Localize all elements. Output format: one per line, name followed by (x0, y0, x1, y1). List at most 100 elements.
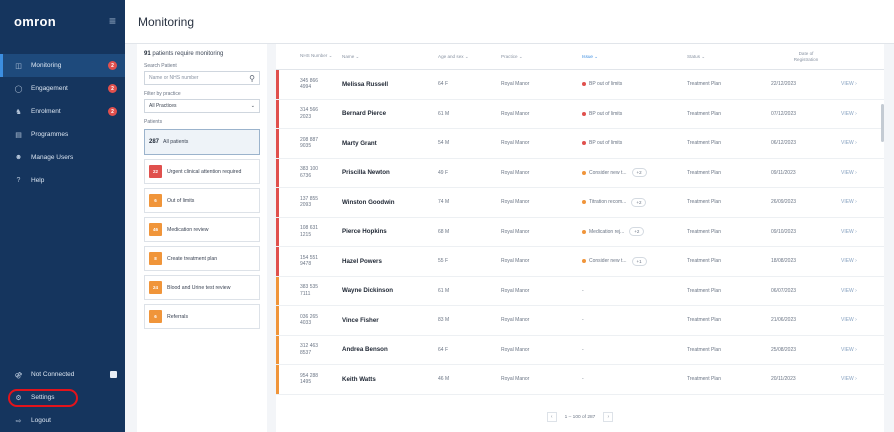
menu-icon[interactable]: ≡ (109, 14, 116, 28)
col-header-name[interactable]: Name ⌄ (342, 54, 438, 60)
category-label: Create treatment plan (167, 255, 218, 262)
view-link[interactable]: VIEW › (841, 199, 881, 205)
search-input[interactable]: Name or NHS number ⚲ (144, 71, 260, 85)
sidebar-item-engagement[interactable]: ◯ Engagement 2 (0, 77, 125, 100)
table-row[interactable]: 954 288 1495 Keith Watts 46 M Royal Manor - Tr… (276, 365, 884, 395)
practice: Royal Manor (501, 258, 530, 265)
sidebar-item-label: Settings (31, 394, 55, 401)
table-row[interactable]: 383 535 7111 Wayne Dickinson 61 M Royal Mano… (276, 276, 884, 306)
category-count-chip: 46 (149, 223, 162, 236)
issue-dot-icon (582, 141, 586, 146)
patient-category-card[interactable]: 287 All patients (144, 129, 260, 155)
status: Treatment Plan (687, 376, 721, 383)
col-header-issue[interactable]: Issue ⌄ (582, 54, 687, 60)
priority-bar (276, 217, 279, 246)
view-link[interactable]: VIEW › (841, 347, 881, 353)
patient-category-card[interactable]: 6 Out of limits (144, 188, 260, 213)
view-link[interactable]: VIEW › (841, 140, 881, 146)
sidebar-item-label: Help (31, 177, 45, 184)
age-sex: 54 M (438, 140, 450, 147)
registration-date: 09/10/2023 (771, 228, 797, 235)
omron-logo: omron (14, 13, 56, 29)
nhs-number: 208 887 9035 (300, 136, 319, 150)
col-header-age[interactable]: Age and sex ⌄ (438, 54, 501, 60)
view-link[interactable]: VIEW › (841, 81, 881, 87)
sidebar-item-settings[interactable]: ⚙ Settings (0, 386, 125, 409)
col-header-status[interactable]: Status ⌄ (687, 54, 771, 60)
practice: Royal Manor (501, 228, 530, 235)
patient-category-card[interactable]: 8 Create treatment plan (144, 246, 260, 271)
issue: BP out of limits (582, 140, 687, 146)
issue-dot-icon (582, 259, 586, 264)
more-issues-badge[interactable]: +2 (631, 168, 647, 178)
table-row[interactable]: 154 551 9478 Hazel Powers 55 F Royal Manor Co… (276, 247, 884, 277)
view-link[interactable]: VIEW › (841, 111, 881, 117)
nhs-number: 954 288 1495 (300, 372, 319, 386)
table-row[interactable]: 383 100 6736 Priscilla Newton 49 F Royal Man… (276, 158, 884, 188)
view-link[interactable]: VIEW › (841, 288, 881, 294)
registration-date: 06/12/2023 (771, 140, 797, 147)
table-row[interactable]: 312 463 8537 Andrea Benson 64 F Royal Manor -… (276, 335, 884, 365)
issue: Medication rej... +2 (582, 227, 687, 237)
age-sex: 68 M (438, 228, 450, 235)
table-row[interactable]: 314 566 2023 Bernard Pierce 61 M Royal Manor… (276, 99, 884, 129)
nhs-number: 383 535 7111 (300, 284, 319, 297)
more-issues-badge[interactable]: +1 (631, 256, 647, 266)
users-icon: ☻ (14, 154, 23, 161)
status: Treatment Plan (687, 258, 721, 265)
table-row[interactable]: 208 887 9035 Marty Grant 54 M Royal Manor BP … (276, 129, 884, 159)
practice-select[interactable]: All Practices ⌄ (144, 99, 260, 113)
category-label: All patients (163, 139, 189, 145)
search-icon[interactable]: ⚲ (249, 74, 255, 83)
prev-page-button[interactable]: ‹ (546, 412, 557, 422)
view-link[interactable]: VIEW › (841, 376, 881, 382)
issue-text: - (582, 317, 584, 324)
nhs-number: 137 855 2093 (300, 195, 319, 209)
issue-text: BP out of limits (589, 81, 623, 88)
patient-category-card[interactable]: 6 Referrals (144, 304, 260, 329)
patients-table: NHS Number ⌄ Name ⌄ Age and sex ⌄ Practi… (276, 44, 884, 432)
view-link[interactable]: VIEW › (841, 229, 881, 235)
nhs-number: 345 866 4994 (300, 77, 319, 91)
table-body: 345 866 4994 Melissa Russell 64 F Royal Mano… (276, 70, 884, 395)
view-link[interactable]: VIEW › (841, 170, 881, 176)
pagination-label: 1 – 100 of 287 (564, 414, 596, 420)
sidebar-item-logout[interactable]: ⇨ Logout (0, 409, 125, 432)
sidebar-item-enrolment[interactable]: ♞ Enrolment 2 (0, 100, 125, 123)
sidebar-item-programmes[interactable]: ▤ Programmes (0, 123, 125, 146)
sidebar-item-not-connected[interactable]: ⚣ Not Connected (0, 363, 125, 386)
patient-category-card[interactable]: 22 Urgent clinical attention required (144, 159, 260, 184)
gear-icon: ⚙ (15, 394, 22, 402)
table-row[interactable]: 345 866 4994 Melissa Russell 64 F Royal Mano… (276, 70, 884, 100)
help-icon: ? (16, 177, 21, 184)
table-row[interactable]: 137 855 2093 Winston Goodwin 74 M Royal Mano… (276, 188, 884, 218)
table-row[interactable]: 036 265 4033 Vince Fisher 83 M Royal Manor - T… (276, 306, 884, 336)
more-issues-badge[interactable]: +2 (631, 197, 647, 207)
col-header-date[interactable]: Date of Registration (771, 51, 841, 63)
patient-category-card[interactable]: 24 Blood and Urine test review (144, 275, 260, 300)
status: Treatment Plan (687, 140, 721, 147)
view-link[interactable]: VIEW › (841, 258, 881, 264)
view-link[interactable]: VIEW › (841, 317, 881, 323)
sidebar-item-manage-users[interactable]: ☻ Manage Users (0, 146, 125, 169)
category-count-chip: 6 (149, 310, 162, 323)
practice-filter-label: Filter by practice (144, 91, 181, 97)
sidebar-item-help[interactable]: ? Help (0, 169, 125, 192)
more-issues-badge[interactable]: +2 (629, 227, 645, 237)
table-scrollbar[interactable] (881, 104, 884, 142)
table-row[interactable]: 108 631 1215 Pierce Hopkins 68 M Royal Manor… (276, 217, 884, 247)
issue-text: Consider new t... (589, 169, 627, 176)
patient-name: Keith Watts (342, 375, 376, 383)
patient-category-card[interactable]: 46 Medication review (144, 217, 260, 242)
registration-date: 06/07/2023 (771, 287, 797, 294)
issue-text: Medication rej... (589, 228, 625, 235)
col-header-practice[interactable]: Practice ⌄ (501, 54, 582, 60)
issue-text: Consider new t... (589, 258, 627, 265)
category-count-chip: 24 (149, 281, 162, 294)
col-header-nhs[interactable]: NHS Number ⌄ (276, 53, 342, 59)
next-page-button[interactable]: › (603, 412, 614, 422)
issue: BP out of limits (582, 81, 687, 87)
patient-name: Bernard Pierce (342, 110, 387, 118)
sidebar-item-monitoring[interactable]: ◫ Monitoring 2 (0, 54, 125, 77)
category-count-chip: 22 (149, 165, 162, 178)
